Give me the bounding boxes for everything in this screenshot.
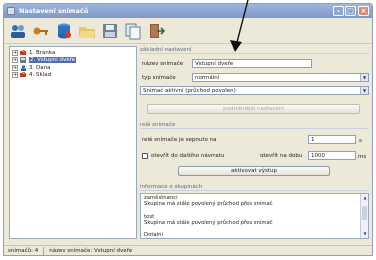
chevron-down-icon[interactable]: ▼ <box>360 87 368 94</box>
scroll-up-icon[interactable]: ▲ <box>361 194 368 202</box>
minimize-button[interactable]: – <box>333 6 344 16</box>
tree-item-dana[interactable]: + 3. Dana <box>12 64 134 72</box>
relay-seconds-unit: s <box>359 138 362 144</box>
maximize-button[interactable]: □ <box>345 6 356 16</box>
open-until-return-label: otevřít do dalšího návrratu <box>151 153 225 159</box>
folder-open-icon[interactable] <box>78 22 96 40</box>
relay-switch-label: relé snímače je sepnuto na <box>142 137 217 143</box>
title-bar: Nastavení snímačů – □ × <box>4 4 372 18</box>
door-icon <box>20 72 26 78</box>
mode-select-value: Snímač aktivní (průchod povolen) <box>143 87 236 94</box>
save-icon[interactable] <box>101 22 119 40</box>
open-duration-label: otevřít na dobu <box>260 153 303 159</box>
groups-line: Dotaini <box>144 232 163 239</box>
exit-icon[interactable] <box>147 22 165 40</box>
reader-icon <box>20 57 26 64</box>
tree-item-sklad[interactable]: + 4. Sklad <box>12 72 134 80</box>
door-icon <box>20 49 26 55</box>
type-select-value: normální <box>195 74 220 81</box>
section-groups-title: informace o skupinách <box>140 184 369 191</box>
user-icon <box>21 65 26 71</box>
type-label: typ snímače <box>142 75 176 81</box>
groups-scrollbar[interactable]: ▲ ▼ <box>360 194 368 238</box>
expand-icon[interactable]: + <box>12 57 18 64</box>
activate-output-button[interactable]: aktivovat výstup <box>178 166 330 176</box>
open-duration-unit: ms <box>358 154 367 160</box>
key-icon[interactable] <box>32 22 50 40</box>
type-select[interactable]: normální ▼ <box>192 73 369 82</box>
section-relay-title: relé snímače <box>140 122 369 129</box>
tree-item-branka[interactable]: + 1. Branka <box>12 49 134 57</box>
users-icon[interactable] <box>9 22 27 40</box>
name-input[interactable]: Vstupní dveře <box>192 59 312 68</box>
tree-item-vstupni-dvere[interactable]: + 2. Vstupní dveře <box>12 57 134 65</box>
scroll-down-icon[interactable]: ▼ <box>361 230 368 238</box>
status-count: snímačů: 4 <box>8 247 39 254</box>
scroll-thumb[interactable] <box>362 206 367 220</box>
expand-icon[interactable]: + <box>12 64 18 71</box>
tree-item-label: 2. Vstupní dveře <box>29 57 77 64</box>
annotation-arrow-icon <box>230 0 249 52</box>
copy-icon[interactable] <box>124 22 142 40</box>
mode-select[interactable]: Snímač aktivní (průchod povolen) ▼ <box>140 86 369 95</box>
tree-item-label: 4. Sklad <box>29 72 52 79</box>
relay-seconds-input[interactable]: 1 <box>308 135 356 144</box>
status-bar: snímačů: 4 název snímače: Vstupní dveře <box>4 245 372 255</box>
status-reader-name: název snímače: Vstupní dveře <box>49 247 133 254</box>
tree-item-label: 3. Dana <box>29 64 51 71</box>
database-icon[interactable] <box>55 22 73 40</box>
app-icon <box>7 7 15 15</box>
status-separator <box>43 246 45 255</box>
window-title: Nastavení snímačů <box>19 7 89 15</box>
open-until-return-checkbox[interactable] <box>142 153 148 159</box>
expand-icon[interactable]: + <box>12 49 18 56</box>
reader-tree[interactable]: + 1. Branka + 2. Vstupní dveře + 3. Dana… <box>9 46 137 239</box>
name-label: název snímače <box>142 61 184 67</box>
chevron-down-icon[interactable]: ▼ <box>360 74 368 81</box>
settings-window: Nastavení snímačů – □ × + 1. Branka + 2.… <box>3 3 373 256</box>
expand-icon[interactable]: + <box>12 72 18 79</box>
settings-panel: základní nastavení název snímače Vstupní… <box>140 46 369 239</box>
toolbar <box>4 18 372 44</box>
open-duration-input[interactable]: 1000 <box>308 151 356 160</box>
advanced-settings-button[interactable]: podrobnější nastavení <box>147 104 360 114</box>
close-button[interactable]: × <box>358 6 369 16</box>
groups-info-box[interactable]: zaměstnanci Skupina má stále povolený pr… <box>140 193 369 239</box>
tree-item-label: 1. Branka <box>29 49 56 56</box>
